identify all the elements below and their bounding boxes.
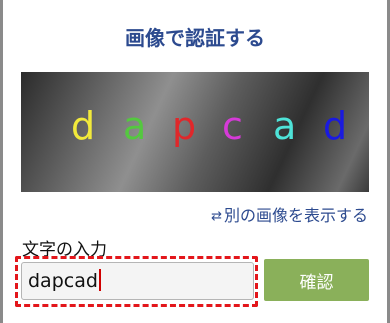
captcha-char: a (123, 104, 147, 148)
text-caret (98, 269, 101, 291)
captcha-dialog: 画像で認証する d a p c a d ⇄ 別の画像を表示する 文字の入力 dap… (0, 0, 390, 323)
captcha-char: p (172, 104, 197, 148)
captcha-char: a (273, 104, 297, 148)
captcha-char: c (222, 104, 243, 148)
captcha-char: d (71, 104, 96, 148)
captcha-input[interactable]: dapcad (21, 262, 254, 300)
refresh-link-label: 別の画像を表示する (223, 206, 368, 225)
captcha-image: d a p c a d (21, 72, 369, 192)
dialog-title: 画像で認証する (125, 26, 265, 50)
confirm-button[interactable]: 確認 (264, 259, 369, 301)
captcha-input-value: dapcad (28, 270, 98, 292)
refresh-icon: ⇄ (211, 209, 222, 224)
captcha-char: d (323, 104, 348, 148)
refresh-image-link[interactable]: ⇄ 別の画像を表示する (211, 202, 368, 226)
